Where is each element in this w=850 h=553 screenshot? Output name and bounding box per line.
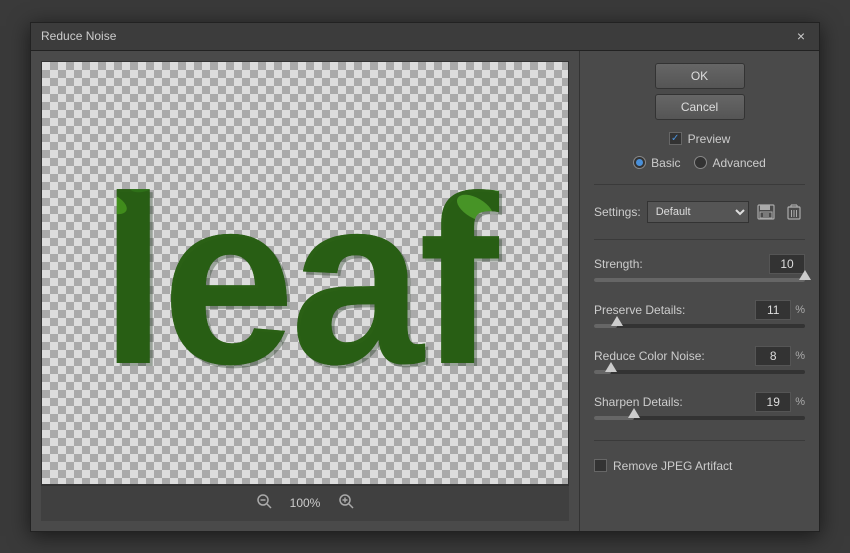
action-buttons: OK Cancel xyxy=(594,63,805,120)
controls-panel: OK Cancel Preview Basic Advanced xyxy=(579,51,819,531)
mode-row: Basic Advanced xyxy=(594,156,805,170)
reduce-noise-dialog: Reduce Noise × xyxy=(30,22,820,532)
zoom-value: 100% xyxy=(290,496,321,510)
strength-slider-track[interactable] xyxy=(594,278,805,282)
save-settings-icon xyxy=(757,204,775,220)
preserve-details-slider-thumb[interactable] xyxy=(611,316,623,326)
advanced-radio[interactable] xyxy=(694,156,707,169)
title-bar: Reduce Noise × xyxy=(31,23,819,51)
preserve-details-value-group: % xyxy=(755,300,805,320)
save-settings-button[interactable] xyxy=(755,201,777,223)
basic-radio[interactable] xyxy=(633,156,646,169)
advanced-mode-option[interactable]: Advanced xyxy=(694,156,765,170)
strength-label: Strength: xyxy=(594,257,643,271)
divider-2 xyxy=(594,239,805,240)
sharpen-details-control: Sharpen Details: % xyxy=(594,392,805,426)
preview-row: Preview xyxy=(594,132,805,146)
leaf-canvas-content: leaf leaf xyxy=(42,62,568,484)
ok-button[interactable]: OK xyxy=(655,63,745,89)
basic-mode-option[interactable]: Basic xyxy=(633,156,680,170)
preserve-details-control: Preserve Details: % xyxy=(594,300,805,334)
strength-control: Strength: xyxy=(594,254,805,288)
delete-icon xyxy=(787,204,801,220)
strength-slider-thumb[interactable] xyxy=(799,270,811,280)
preserve-details-slider-track[interactable] xyxy=(594,324,805,328)
settings-select[interactable]: Default xyxy=(647,201,749,223)
reduce-color-noise-value-group: % xyxy=(755,346,805,366)
dialog-title: Reduce Noise xyxy=(41,29,116,43)
zoom-in-button[interactable] xyxy=(332,491,360,516)
reduce-color-noise-input[interactable] xyxy=(755,346,791,366)
reduce-color-noise-unit: % xyxy=(795,350,805,362)
remove-artifact-checkbox[interactable] xyxy=(594,459,607,472)
preview-label: Preview xyxy=(688,132,731,146)
preserve-details-unit: % xyxy=(795,304,805,316)
zoom-in-icon xyxy=(338,493,354,509)
reduce-color-noise-slider-track[interactable] xyxy=(594,370,805,374)
canvas-footer: 100% xyxy=(41,485,569,521)
sharpen-details-input[interactable] xyxy=(755,392,791,412)
remove-artifact-row: Remove JPEG Artifact xyxy=(594,459,805,473)
remove-artifact-label: Remove JPEG Artifact xyxy=(613,459,732,473)
basic-label: Basic xyxy=(651,156,680,170)
sharpen-details-unit: % xyxy=(795,396,805,408)
leaf-svg: leaf leaf xyxy=(90,103,520,443)
cancel-button[interactable]: Cancel xyxy=(655,94,745,120)
zoom-out-icon xyxy=(256,493,272,509)
sharpen-details-value-group: % xyxy=(755,392,805,412)
canvas-panel: leaf leaf xyxy=(31,51,579,531)
strength-label-row: Strength: xyxy=(594,254,805,274)
preview-checkbox[interactable] xyxy=(669,132,682,145)
reduce-color-noise-control: Reduce Color Noise: % xyxy=(594,346,805,380)
settings-row: Settings: Default xyxy=(594,201,805,223)
canvas-area: leaf leaf xyxy=(41,61,569,485)
reduce-color-noise-slider-thumb[interactable] xyxy=(605,362,617,372)
sharpen-details-label: Sharpen Details: xyxy=(594,395,683,409)
sharpen-details-label-row: Sharpen Details: % xyxy=(594,392,805,412)
delete-settings-button[interactable] xyxy=(783,201,805,223)
divider-1 xyxy=(594,184,805,185)
close-button[interactable]: × xyxy=(793,28,809,44)
dialog-body: leaf leaf xyxy=(31,51,819,531)
divider-3 xyxy=(594,440,805,441)
reduce-color-noise-label: Reduce Color Noise: xyxy=(594,349,705,363)
strength-slider-fill xyxy=(594,278,805,282)
sharpen-details-slider-track[interactable] xyxy=(594,416,805,420)
preserve-details-label-row: Preserve Details: % xyxy=(594,300,805,320)
advanced-label: Advanced xyxy=(712,156,765,170)
preserve-details-label: Preserve Details: xyxy=(594,303,685,317)
reduce-color-noise-label-row: Reduce Color Noise: % xyxy=(594,346,805,366)
sharpen-details-slider-thumb[interactable] xyxy=(628,408,640,418)
preserve-details-input[interactable] xyxy=(755,300,791,320)
settings-label: Settings: xyxy=(594,205,641,219)
zoom-out-button[interactable] xyxy=(250,491,278,516)
